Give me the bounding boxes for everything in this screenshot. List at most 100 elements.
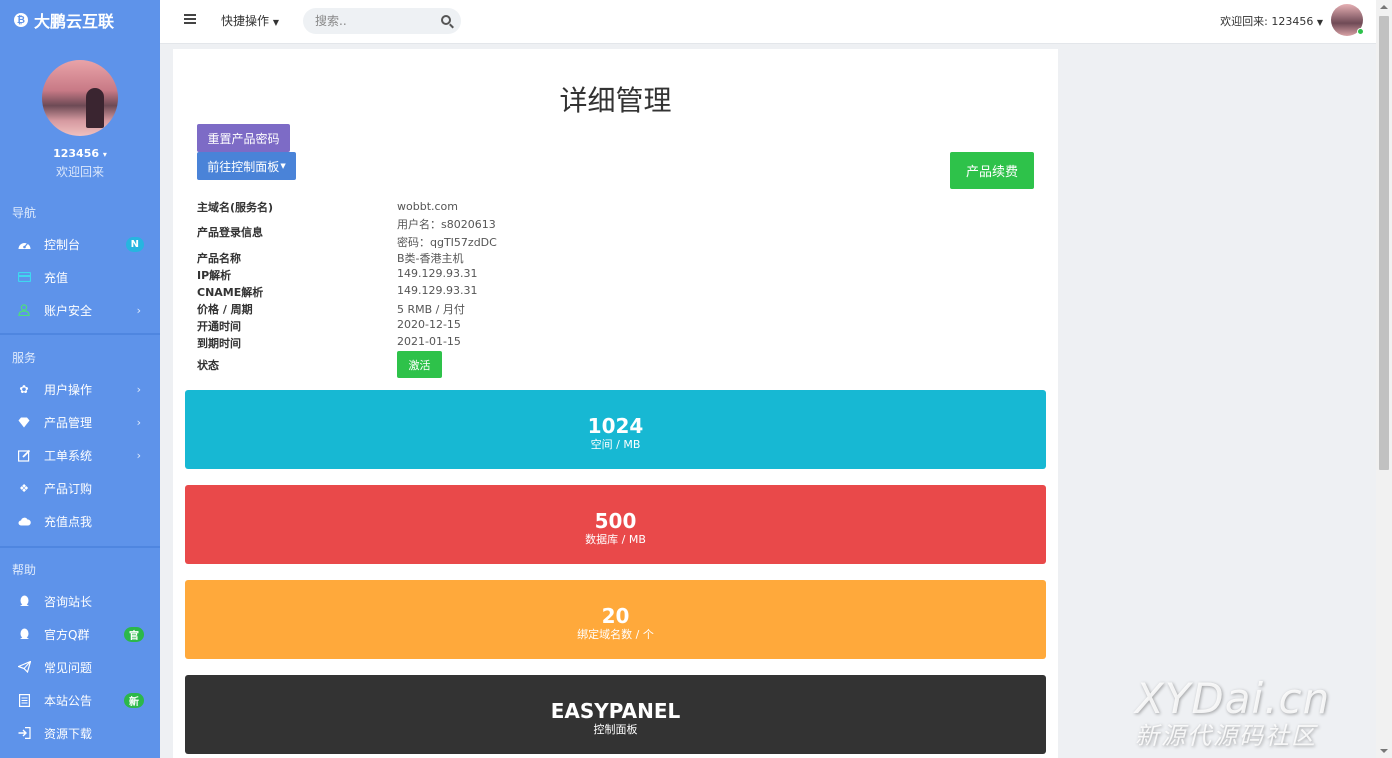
user-menu[interactable]: 123456 ▾ bbox=[0, 147, 160, 160]
dashboard-icon bbox=[17, 237, 31, 251]
chevron-right-icon: › bbox=[136, 448, 141, 462]
cloud-icon bbox=[17, 514, 31, 528]
search-icon[interactable] bbox=[441, 15, 451, 25]
status-badge[interactable]: 激活 bbox=[397, 351, 442, 378]
info-label-domain: 主域名(服务名) bbox=[197, 201, 274, 214]
sidebar-item-ask-admin[interactable]: 咨询站长 bbox=[0, 589, 160, 613]
info-value-product-name: B类-香港主机 bbox=[397, 252, 464, 265]
info-label-open-date: 开通时间 bbox=[197, 320, 241, 333]
sidebar-item-order[interactable]: ❖ 产品订购 bbox=[0, 476, 160, 500]
sidebar-item-downloads[interactable]: 资源下载 bbox=[0, 721, 160, 745]
bitcoin-logo-icon: ₿ bbox=[14, 13, 28, 27]
new-badge: N bbox=[125, 236, 144, 252]
info-value-expire-date: 2021-01-15 bbox=[397, 335, 461, 348]
reset-password-button[interactable]: 重置产品密码 bbox=[197, 124, 290, 152]
stat-value: 20 bbox=[601, 604, 630, 628]
avatar-small[interactable] bbox=[1331, 4, 1364, 36]
chevron-right-icon: › bbox=[136, 303, 141, 317]
online-status-dot bbox=[1357, 28, 1364, 35]
info-label-status: 状态 bbox=[197, 359, 219, 372]
edit-icon bbox=[17, 448, 31, 462]
diamond-icon bbox=[17, 415, 31, 429]
quick-ops-label: 快捷操作 bbox=[221, 14, 270, 28]
stat-card-control-panel[interactable]: EASYPANEL 控制面板 bbox=[185, 675, 1046, 754]
qq-icon bbox=[17, 627, 31, 641]
cube-icon: ❖ bbox=[19, 481, 29, 495]
user-welcome: 欢迎回来 bbox=[55, 165, 104, 179]
stat-card-space: 1024 空间 / MB bbox=[185, 390, 1046, 469]
sidebar: ₿ 大鹏云互联 123456 ▾ 欢迎回来 导航 控制台 N 充值 账户安全 ›… bbox=[0, 0, 160, 758]
scroll-up-icon[interactable] bbox=[1380, 5, 1388, 9]
info-value-open-date: 2020-12-15 bbox=[397, 318, 461, 331]
stat-label: 数据库 / MB bbox=[585, 533, 646, 546]
info-label-login: 产品登录信息 bbox=[197, 226, 263, 239]
user-menu-top[interactable]: 欢迎回来: 123456 ▼ bbox=[1220, 13, 1323, 29]
sidebar-item-recharge[interactable]: 充值 bbox=[0, 265, 160, 289]
chevron-right-icon: › bbox=[136, 415, 141, 429]
section-label-nav: 导航 bbox=[12, 206, 37, 220]
brand[interactable]: ₿ 大鹏云互联 bbox=[0, 0, 160, 40]
divider bbox=[0, 546, 160, 548]
watermark: XYDai.cn 新源代源码社区 bbox=[1135, 674, 1331, 751]
official-badge: 官 bbox=[124, 626, 144, 642]
info-value-price: 5 RMB / 月付 bbox=[397, 303, 465, 316]
sidebar-item-user-ops[interactable]: ✿ 用户操作 › bbox=[0, 377, 160, 401]
sidebar-item-tickets[interactable]: 工单系统 › bbox=[0, 443, 160, 467]
caret-down-icon: ▾ bbox=[102, 150, 107, 159]
stat-label: 绑定域名数 / 个 bbox=[577, 628, 654, 641]
section-label-services: 服务 bbox=[12, 351, 37, 365]
paper-plane-icon bbox=[17, 660, 31, 674]
info-value-login-user: 用户名：s8020613 bbox=[397, 218, 496, 231]
stat-label: 控制面板 bbox=[593, 723, 638, 736]
sidebar-item-label: 产品订购 bbox=[44, 481, 93, 496]
menu-toggle-icon[interactable] bbox=[184, 14, 196, 24]
info-label-product-name: 产品名称 bbox=[197, 252, 241, 265]
stat-card-domains: 20 绑定域名数 / 个 bbox=[185, 580, 1046, 659]
stat-card-database: 500 数据库 / MB bbox=[185, 485, 1046, 564]
sidebar-item-account-security[interactable]: 账户安全 › bbox=[0, 298, 160, 322]
info-label-expire-date: 到期时间 bbox=[197, 337, 241, 350]
scroll-down-icon[interactable] bbox=[1380, 749, 1388, 753]
sidebar-item-label: 控制台 bbox=[44, 237, 81, 252]
user-name: 123456 bbox=[53, 147, 100, 160]
sidebar-item-label: 常见问题 bbox=[44, 660, 93, 675]
info-value-ip: 149.129.93.31 bbox=[397, 267, 478, 280]
sidebar-item-label: 咨询站长 bbox=[44, 594, 93, 609]
sign-in-icon bbox=[17, 726, 31, 740]
go-control-panel-label: 前往控制面板 bbox=[207, 159, 280, 174]
brand-name: 大鹏云互联 bbox=[34, 12, 115, 31]
scrollbar-thumb[interactable] bbox=[1379, 16, 1389, 470]
renew-button[interactable]: 产品续费 bbox=[950, 152, 1034, 189]
sidebar-item-label: 本站公告 bbox=[44, 693, 93, 708]
sidebar-item-label: 充值点我 bbox=[44, 514, 93, 529]
sidebar-item-label: 资源下载 bbox=[44, 726, 93, 741]
sidebar-item-product-mgmt[interactable]: 产品管理 › bbox=[0, 410, 160, 434]
stat-value: EASYPANEL bbox=[550, 699, 681, 723]
stat-label: 空间 / MB bbox=[590, 438, 641, 451]
sidebar-item-dashboard[interactable]: 控制台 N bbox=[0, 232, 160, 256]
quick-ops-dropdown[interactable]: 快捷操作 ▼ bbox=[221, 12, 279, 29]
sidebar-item-label: 账户安全 bbox=[44, 303, 93, 318]
divider bbox=[0, 333, 160, 335]
sidebar-item-label: 充值 bbox=[44, 270, 69, 285]
search-box bbox=[303, 8, 461, 34]
sidebar-item-label: 用户操作 bbox=[44, 382, 93, 397]
welcome-text: 欢迎回来: 123456 bbox=[1220, 15, 1314, 28]
info-value-domain: wobbt.com bbox=[397, 200, 458, 213]
page-title: 详细管理 bbox=[559, 84, 672, 117]
sidebar-item-label: 工单系统 bbox=[44, 448, 93, 463]
go-control-panel-button[interactable]: 前往控制面板 ▼ bbox=[197, 152, 296, 180]
search-input[interactable] bbox=[303, 8, 423, 34]
watermark-line2: 新源代源码社区 bbox=[1135, 722, 1317, 750]
sidebar-item-announcements[interactable]: 本站公告 新 bbox=[0, 688, 160, 712]
user-icon bbox=[17, 303, 31, 317]
avatar[interactable] bbox=[42, 60, 118, 136]
sidebar-item-faq[interactable]: 常见问题 bbox=[0, 655, 160, 679]
qq-icon bbox=[17, 594, 31, 608]
info-label-cname: CNAME解析 bbox=[197, 286, 264, 299]
sidebar-item-recharge-me[interactable]: 充值点我 bbox=[0, 509, 160, 533]
watermark-line1: XYDai.cn bbox=[1135, 674, 1331, 723]
page-scrollbar[interactable] bbox=[1376, 0, 1392, 758]
chevron-right-icon: › bbox=[136, 382, 141, 396]
sidebar-item-qq-group[interactable]: 官方Q群 官 bbox=[0, 622, 160, 646]
